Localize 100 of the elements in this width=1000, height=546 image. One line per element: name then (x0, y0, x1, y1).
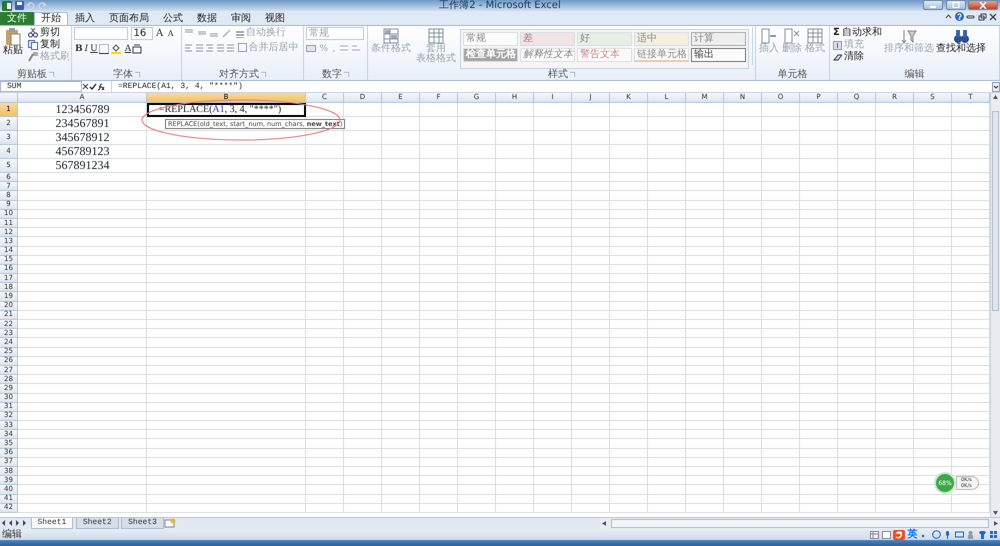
eraser-icon (833, 52, 842, 62)
bold-button[interactable]: B (74, 42, 84, 54)
dialog-launcher-icon[interactable] (49, 72, 54, 77)
brush-icon (28, 52, 38, 62)
phonetic-icon[interactable] (132, 44, 142, 54)
prev-sheet-icon[interactable] (7, 518, 14, 528)
collapse-ribbon-icon[interactable] (945, 13, 952, 20)
input-method-icon[interactable] (893, 530, 905, 540)
table-cell-text: 345678912 (54, 131, 110, 145)
grow-font-button[interactable]: A (155, 28, 164, 40)
ribbon-tab[interactable]: 插入 (68, 12, 102, 25)
cell-style-option[interactable]: 解释性文本 (520, 48, 575, 62)
increase-indent-icon[interactable] (226, 43, 234, 52)
vertical-scroll-thumb[interactable] (992, 111, 999, 311)
insert-function-icon[interactable] (97, 82, 105, 90)
scroll-left-icon[interactable] (600, 519, 608, 528)
font-size-field[interactable]: 16 (130, 27, 152, 40)
window-title: 工作簿2 - Microsoft Excel (439, 0, 561, 11)
normal-view-icon[interactable] (870, 530, 879, 538)
group-label: 数字 (322, 69, 342, 80)
conditional-format-icon (383, 28, 399, 44)
increase-decimal-icon[interactable] (338, 44, 349, 53)
align-center-icon[interactable] (194, 43, 202, 52)
copy-button[interactable]: 复制 (27, 39, 69, 51)
maximize-button[interactable] (946, 0, 966, 10)
sheet-tab[interactable]: Sheet3 (121, 518, 164, 529)
decrease-decimal-icon[interactable] (351, 44, 362, 53)
last-sheet-icon[interactable] (21, 518, 28, 528)
insert-sheet-icon[interactable] (164, 518, 176, 528)
keyboard-icon[interactable] (954, 530, 964, 539)
user-icon[interactable] (966, 530, 975, 539)
input-mode-indicator[interactable]: 英 (908, 529, 918, 540)
minimize-icon[interactable] (966, 13, 975, 20)
align-right-icon[interactable] (205, 43, 213, 52)
ribbon-tab[interactable]: 页面布局 (102, 12, 156, 25)
group-label: 对齐方式 (218, 69, 259, 80)
help-icon[interactable] (954, 12, 964, 21)
fill-bucket-icon[interactable] (111, 44, 122, 54)
next-sheet-icon[interactable] (14, 518, 21, 528)
align-left-icon[interactable] (184, 43, 192, 52)
clear-button[interactable]: 清除 (832, 51, 883, 63)
scroll-right-icon[interactable] (992, 519, 1000, 528)
font-name-field[interactable] (74, 27, 128, 40)
table-cell-text: 234567891 (54, 117, 110, 131)
copy-icon (28, 40, 38, 50)
name-box[interactable]: SUM (0, 81, 82, 92)
ribbon-tab[interactable]: 文件 (0, 12, 34, 25)
table-cell-text: 123456789 (54, 103, 110, 117)
font-color-button[interactable]: A (124, 42, 132, 54)
group-label: 编辑 (904, 69, 924, 80)
border-icon[interactable] (98, 44, 109, 54)
autosum-button[interactable]: Σ 自动求和 (832, 27, 883, 39)
currency-icon[interactable] (306, 44, 316, 53)
sheet-tab[interactable]: Sheet1 (30, 518, 74, 529)
shirt-icon[interactable] (978, 530, 986, 539)
enter-icon[interactable] (89, 83, 97, 90)
microphone-icon[interactable] (943, 530, 952, 539)
ribbon-tab[interactable]: 数据 (190, 12, 224, 25)
dialog-launcher-icon[interactable] (261, 72, 266, 77)
delete-cells-icon (784, 28, 800, 44)
merge-cells-icon (238, 43, 246, 52)
horizontal-scroll-thumb[interactable] (611, 519, 989, 528)
dialog-launcher-icon[interactable] (135, 72, 140, 77)
cell-style-option[interactable]: 输出 (691, 48, 746, 62)
sheet-tab[interactable]: Sheet2 (76, 518, 119, 529)
cell-style-option[interactable]: 常规 (463, 32, 518, 46)
ribbon-tab[interactable]: 审阅 (224, 12, 258, 25)
save-icon[interactable] (14, 1, 24, 10)
find-select-button[interactable]: 查找和选择 (934, 27, 987, 69)
paste-button[interactable]: 粘贴 (2, 27, 24, 69)
dialog-launcher-icon[interactable] (570, 72, 576, 77)
insert-cells-icon (761, 28, 777, 44)
close-icon[interactable] (989, 12, 997, 20)
minimize-button[interactable] (923, 0, 943, 10)
italic-button[interactable]: I (84, 42, 90, 54)
grid-icon[interactable] (989, 530, 998, 539)
app-icon (2, 0, 12, 10)
group-label: 单元格 (778, 69, 808, 80)
first-sheet-icon[interactable] (0, 518, 7, 528)
expand-formula-icon[interactable] (992, 82, 1000, 92)
group-label: 剪贴板 (16, 69, 47, 80)
formula-editor-cell[interactable]: =REPLACE(A1, 3, 4, "****") (147, 103, 306, 117)
text-angle-icon[interactable] (222, 28, 232, 38)
cancel-icon[interactable] (82, 83, 89, 90)
shrink-font-button[interactable]: A (166, 28, 175, 40)
clipboard-icon (5, 28, 21, 46)
table-grid-icon (428, 28, 444, 44)
status-mode: 编辑 (2, 529, 22, 540)
dialog-launcher-icon[interactable] (344, 72, 350, 77)
restore-icon[interactable] (978, 12, 986, 20)
emoji-icon[interactable] (932, 530, 940, 539)
page-layout-view-icon[interactable] (882, 530, 890, 538)
scissors-icon (28, 28, 38, 38)
decrease-indent-icon[interactable] (216, 43, 224, 52)
sort-filter-icon (900, 28, 917, 44)
close-button[interactable] (968, 0, 998, 10)
ribbon-tab[interactable]: 公式 (156, 12, 190, 25)
underline-button[interactable]: U (89, 42, 99, 54)
ribbon-tab[interactable]: 视图 (258, 12, 292, 25)
ribbon-tab[interactable]: 开始 (34, 12, 68, 25)
